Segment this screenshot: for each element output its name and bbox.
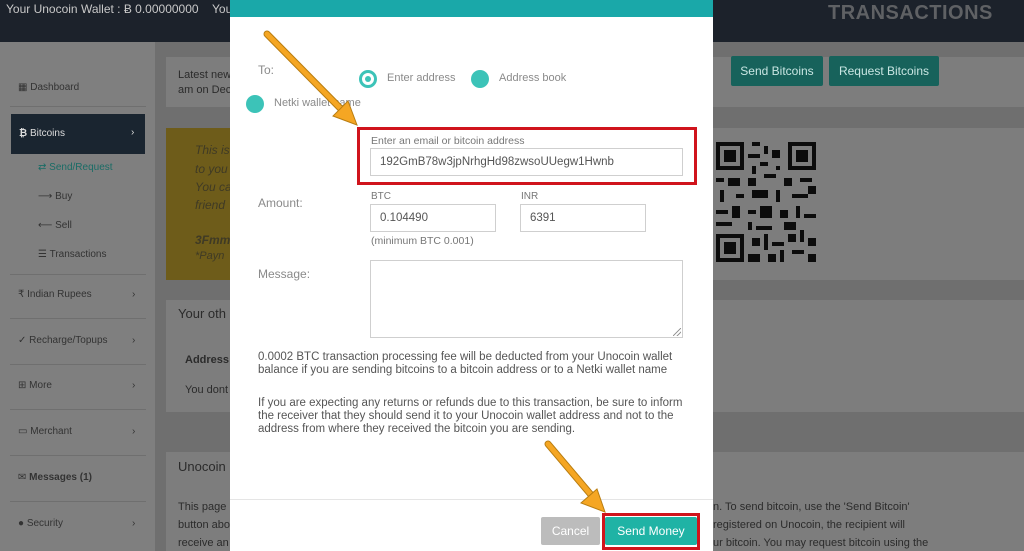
qr-code: [712, 138, 820, 266]
envelope-icon: ✉: [18, 472, 27, 483]
sidebar-item-more[interactable]: ⊞ More ›: [18, 380, 135, 391]
sidebar-subitem-buy[interactable]: ⟶ Buy: [38, 191, 72, 202]
plus-square-icon: ⊞: [18, 380, 27, 391]
message-textarea[interactable]: [370, 260, 683, 338]
bitcoin-icon: ₿: [19, 128, 28, 139]
chevron-right-icon: ›: [132, 426, 136, 437]
chevron-right-icon: ›: [132, 289, 136, 300]
send-bitcoins-button[interactable]: Send Bitcoins: [731, 56, 823, 86]
radio-address-book-label: Address book: [499, 72, 567, 84]
info-text: receive an: [178, 537, 229, 549]
sidebar-item-indian-rupees[interactable]: ₹ Indian Rupees ›: [18, 289, 135, 300]
page-title: TRANSACTIONS: [828, 2, 993, 24]
other-addresses-title: Your oth: [178, 306, 226, 321]
info-text: registered on Unocoin, the recipient wil…: [713, 519, 905, 531]
arrow-left-icon: ⟵: [38, 220, 53, 231]
wallet-balance: Your Unocoin Wallet : Ƀ 0.00000000: [6, 2, 199, 16]
banner-text: to you: [195, 162, 228, 176]
send-button-highlight-box: [602, 513, 700, 550]
modal-footer-divider: [230, 499, 713, 500]
sidebar-divider: [10, 501, 146, 502]
sidebar-item-label: Messages (1): [29, 472, 92, 483]
chevron-right-icon: ›: [132, 380, 136, 391]
rupee-icon: ₹: [18, 289, 25, 300]
sidebar-item-label: Merchant: [30, 426, 72, 437]
sidebar-item-messages[interactable]: ✉ Messages (1): [18, 472, 92, 483]
chevron-right-icon: ›: [132, 518, 136, 529]
cancel-button[interactable]: Cancel: [541, 517, 600, 545]
sidebar-subitem-label: Transactions: [49, 249, 107, 260]
card-icon: ▭: [18, 426, 28, 437]
list-icon: ☰: [38, 249, 47, 260]
empty-addresses-text: You dont: [185, 384, 229, 396]
info-text: ur bitcoin. You may request bitcoin usin…: [713, 537, 929, 549]
sidebar-item-bitcoins[interactable]: ₿ Bitcoins ›: [11, 114, 145, 154]
sidebar-subitem-label: Send/Request: [49, 162, 113, 173]
sidebar-divider: [10, 318, 146, 319]
sidebar-divider: [10, 409, 146, 410]
sidebar: ▦ Dashboard ₿ Bitcoins › ⇄ Send/Request …: [0, 42, 155, 551]
amount-label: Amount:: [258, 196, 303, 210]
sidebar-divider: [10, 455, 146, 456]
sidebar-item-security[interactable]: ● Security ›: [18, 518, 135, 529]
sidebar-subitem-label: Buy: [55, 191, 73, 202]
info-text: button abo: [178, 519, 230, 531]
news-card: [166, 57, 230, 107]
sidebar-divider: [10, 364, 146, 365]
sidebar-item-label: Security: [26, 518, 63, 529]
chevron-right-icon: ›: [131, 127, 135, 138]
btc-label: BTC: [371, 191, 391, 202]
to-label: To:: [258, 63, 275, 77]
sidebar-subitem-transactions[interactable]: ☰ Transactions: [38, 249, 106, 260]
inr-label: INR: [521, 191, 539, 202]
radio-netki-wallet[interactable]: [246, 95, 264, 113]
sidebar-item-label: Recharge/Topups: [29, 335, 108, 346]
message-label: Message:: [258, 267, 311, 281]
address-highlight-box: [357, 127, 697, 185]
fee-note: 0.0002 BTC transaction processing fee wi…: [258, 351, 673, 376]
sidebar-subitem-send-request[interactable]: ⇄ Send/Request: [38, 162, 113, 173]
radio-netki-wallet-label: Netki wallet name: [274, 97, 361, 109]
latest-news-text: Latest new: [178, 69, 232, 81]
banner-footnote: *Payn: [195, 250, 225, 262]
lock-icon: ●: [18, 518, 25, 529]
grid-icon: ▦: [18, 82, 28, 93]
banner-text: friend: [195, 198, 226, 212]
other-addresses-card-right: [712, 300, 1024, 412]
sidebar-item-label: More: [29, 380, 52, 391]
arrow-right-icon: ⟶: [38, 191, 53, 202]
refund-note: If you are expecting any returns or refu…: [258, 397, 683, 435]
sidebar-item-recharge[interactable]: ✓ Recharge/Topups ›: [18, 335, 135, 346]
inr-amount-input[interactable]: 6391: [520, 204, 646, 232]
modal-header-bar: [230, 0, 713, 17]
wallet-address-fragment: 3Fmm: [195, 233, 231, 247]
resize-grip-icon[interactable]: [673, 328, 681, 336]
sidebar-item-label: Bitcoins: [29, 128, 65, 139]
exchange-icon: ⇄: [38, 162, 47, 173]
sidebar-item-label: Indian Rupees: [27, 289, 92, 300]
btc-amount-input[interactable]: 0.104490: [370, 204, 496, 232]
sidebar-subitem-sell[interactable]: ⟵ Sell: [38, 220, 72, 231]
radio-address-book[interactable]: [471, 70, 489, 88]
address-column-header: Address: [185, 354, 230, 366]
sidebar-item-merchant[interactable]: ▭ Merchant ›: [18, 426, 135, 437]
banner-text: This is: [195, 143, 230, 157]
info-card-title: Unocoin: [178, 459, 226, 474]
send-money-modal: To: Enter address Address book Netki wal…: [230, 0, 713, 551]
banner-text: You ca: [195, 180, 232, 194]
radio-enter-address[interactable]: [359, 70, 377, 88]
latest-news-date: am on Dec: [178, 84, 232, 96]
sidebar-divider: [10, 274, 146, 275]
radio-enter-address-label: Enter address: [387, 72, 456, 84]
sidebar-item-dashboard[interactable]: ▦ Dashboard: [18, 82, 79, 93]
request-bitcoins-button[interactable]: Request Bitcoins: [829, 56, 939, 86]
sidebar-subitem-label: Sell: [55, 220, 72, 231]
sidebar-item-label: Dashboard: [30, 82, 80, 93]
sidebar-divider: [10, 106, 146, 107]
chevron-right-icon: ›: [132, 335, 136, 346]
info-text: n. To send bitcoin, use the 'Send Bitcoi…: [713, 501, 910, 513]
bolt-icon: ✓: [18, 335, 27, 346]
info-text: This page: [178, 501, 227, 513]
minimum-amount-note: (minimum BTC 0.001): [371, 235, 474, 247]
